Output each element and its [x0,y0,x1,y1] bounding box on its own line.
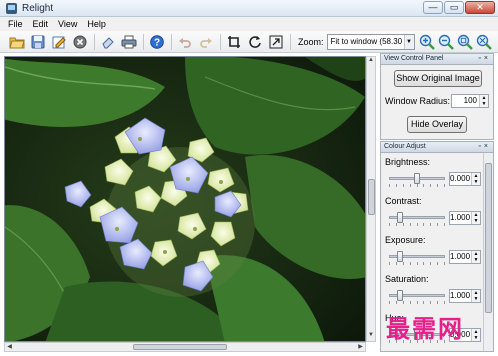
slider-ticks [389,301,445,304]
zoom-value: Fit to window (58.30 %) [330,37,415,46]
panel-title: View Control Panel [384,55,444,62]
zoom-fit-icon[interactable] [476,34,492,50]
title-bar: Relight — ▭ ✕ [0,0,498,17]
zoom-label: Zoom: [298,36,324,47]
slider-thumb[interactable] [397,290,404,301]
slider-row: Exposure: 1.000 ▲ ▼ [381,235,481,274]
zoom-out-icon[interactable] [438,34,454,50]
slider-ticks [389,184,445,187]
show-original-image-button[interactable]: Show Original Image [394,70,482,87]
rotate-icon[interactable] [247,34,263,50]
menu-file[interactable]: File [3,19,28,29]
slider-value: 1.000 [450,213,471,222]
window-controls: — ▭ ✕ [423,1,495,14]
menu-bar: File Edit View Help [0,17,498,31]
slider-label: Exposure: [385,235,426,245]
open-icon[interactable] [9,34,25,50]
toolbar-separator [290,33,291,50]
redo-icon[interactable] [198,34,214,50]
minimize-button[interactable]: — [423,1,443,14]
zoom-select[interactable]: Fit to window (58.30 %) ▼ [326,33,415,50]
resize-icon[interactable] [268,34,284,50]
slider-value: 1.000 [450,252,471,261]
scroll-thumb[interactable] [485,163,492,313]
slider-ticks [389,262,445,265]
slider-value-spinbox[interactable]: 1.000 ▲ ▼ [449,250,481,264]
edit-icon[interactable] [51,34,67,50]
window-radius-value: 100 [463,96,477,105]
app-icon [6,2,17,14]
scroll-thumb[interactable] [368,179,375,215]
menu-view[interactable]: View [53,19,82,29]
slider-value-spinbox[interactable]: 1.000 ▲ ▼ [449,211,481,225]
slider-row: Brightness: 0.000 ▲ ▼ [381,157,481,196]
slider-value-spinbox[interactable]: 0.000 ▲ ▼ [449,172,481,186]
window-title: Relight [22,2,54,14]
close-icon[interactable] [72,34,88,50]
panel-title: Colour Adjust [384,143,426,150]
image-canvas[interactable] [4,56,366,342]
image-vertical-scrollbar[interactable]: ▲ ▼ [366,56,376,342]
help-icon[interactable]: ? [149,34,165,50]
spin-arrows-icon[interactable]: ▲ ▼ [471,212,480,224]
svg-text:?: ? [154,37,160,48]
window-radius-label: Window Radius: [385,96,451,106]
zoom-in-icon[interactable] [419,34,435,50]
image-horizontal-scrollbar[interactable]: ◀ ▶ [4,342,366,352]
spin-arrows-icon[interactable]: ▲ ▼ [471,329,480,341]
panel-header-buttons[interactable]: ▫× [478,142,491,152]
panel-header-buttons[interactable]: ▫× [478,54,491,64]
slider-value: 1.000 [450,291,471,300]
menu-help[interactable]: Help [82,19,111,29]
scroll-up-icon[interactable]: ▲ [367,57,375,66]
hide-overlay-button[interactable]: Hide Overlay [407,116,467,133]
eraser-icon[interactable] [100,34,116,50]
slider-row: Saturation: 1.000 ▲ ▼ [381,274,481,313]
menu-edit[interactable]: Edit [28,19,54,29]
scroll-down-icon[interactable]: ▼ [367,332,375,341]
toolbar-separator [94,33,95,50]
zoom-actual-icon[interactable] [457,34,473,50]
slider-ticks [389,223,445,226]
slider-value-spinbox[interactable]: 1.000 ▲ ▼ [449,289,481,303]
save-icon[interactable] [30,34,46,50]
close-window-button[interactable]: ✕ [465,1,495,14]
toolbar-separator [171,33,172,50]
panel-header: Colour Adjust ▫× [381,142,493,153]
window-radius-spinbox[interactable]: 100 ▲ ▼ [451,94,489,108]
spin-arrows-icon[interactable]: ▲ ▼ [471,251,480,263]
spin-arrows-icon[interactable]: ▲ ▼ [479,95,488,107]
scroll-right-icon[interactable]: ▶ [356,343,365,351]
toolbar-separator [143,33,144,50]
toolbar-separator [220,33,221,50]
slider-thumb[interactable] [414,173,420,184]
slider-row: Contrast: 1.000 ▲ ▼ [381,196,481,235]
view-control-panel: View Control Panel ▫× Show Original Imag… [380,53,494,140]
watermark-text: 最需网 [386,314,464,343]
chevron-down-icon: ▼ [403,34,414,49]
slider-thumb[interactable] [397,251,404,262]
spin-arrows-icon[interactable]: ▲ ▼ [471,173,480,185]
slider-label: Saturation: [385,274,429,284]
maximize-button[interactable]: ▭ [444,1,464,14]
scroll-thumb[interactable] [133,344,227,350]
print-icon[interactable] [121,34,137,50]
slider-label: Brightness: [385,157,431,167]
scroll-left-icon[interactable]: ◀ [5,343,14,351]
slider-label: Contrast: [385,196,422,206]
undo-icon[interactable] [177,34,193,50]
hydrangea-photo [5,57,365,341]
colour-adjust-scrollbar[interactable] [483,153,493,351]
slider-thumb[interactable] [397,212,404,223]
slider-value: 0.000 [450,174,471,183]
toolbar: ? Zoom: Fit to window (58.30 %) ▼ [0,31,498,53]
crop-icon[interactable] [226,34,242,50]
spin-arrows-icon[interactable]: ▲ ▼ [471,290,480,302]
panel-header: View Control Panel ▫× [381,54,493,65]
